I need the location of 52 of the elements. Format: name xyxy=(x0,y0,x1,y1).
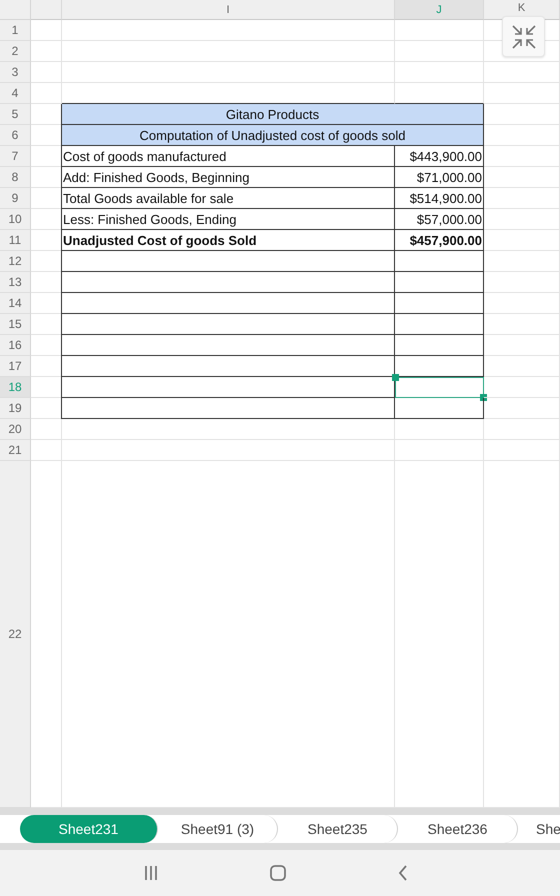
column-header[interactable]: J xyxy=(395,0,484,20)
row-header[interactable]: 21 xyxy=(0,440,31,461)
row-header[interactable]: 8 xyxy=(0,167,31,188)
selected-cell[interactable] xyxy=(395,377,484,398)
grid-cell xyxy=(31,83,62,104)
back-icon[interactable] xyxy=(397,864,409,882)
row-header[interactable]: 7 xyxy=(0,146,31,167)
grid-cell xyxy=(31,440,62,461)
grid-cell xyxy=(31,41,62,62)
table-cell: $443,900.00 xyxy=(395,146,484,167)
title-cell: Gitano Products xyxy=(62,104,484,125)
row-header[interactable]: 18 xyxy=(0,377,31,398)
row-header[interactable]: 2 xyxy=(0,41,31,62)
row-header[interactable]: 13 xyxy=(0,272,31,293)
collapse-button[interactable] xyxy=(502,16,545,57)
corner-cell[interactable] xyxy=(0,0,31,20)
inward-arrows-icon xyxy=(510,24,536,50)
table-cell: $71,000.00 xyxy=(395,167,484,188)
row-header[interactable]: 6 xyxy=(0,125,31,146)
selection-handle[interactable] xyxy=(392,374,399,381)
row-header[interactable]: 4 xyxy=(0,83,31,104)
sheet-tab[interactable]: Sheet231 xyxy=(20,815,158,843)
column-header[interactable]: K xyxy=(484,0,560,20)
row-header[interactable]: 9 xyxy=(0,188,31,209)
table-cell: $514,900.00 xyxy=(395,188,484,209)
title-cell: Computation of Unadjusted cost of goods sold xyxy=(62,125,484,146)
grid-cell xyxy=(31,62,62,83)
row-header[interactable]: 17 xyxy=(0,356,31,377)
table-cell: $57,000.00 xyxy=(395,209,484,230)
row-header[interactable]: 3 xyxy=(0,62,31,83)
row-header[interactable]: 16 xyxy=(0,335,31,356)
row-header[interactable]: 14 xyxy=(0,293,31,314)
row-header[interactable]: 12 xyxy=(0,251,31,272)
table-cell: Less: Finished Goods, Ending xyxy=(62,209,395,230)
home-icon[interactable] xyxy=(269,864,287,882)
row-header[interactable]: 1 xyxy=(0,20,31,41)
row-header[interactable]: 22 xyxy=(0,461,31,808)
column-header[interactable]: I xyxy=(62,0,395,20)
table-cell: Add: Finished Goods, Beginning xyxy=(62,167,395,188)
row-header[interactable]: 19 xyxy=(0,398,31,419)
row-header[interactable]: 15 xyxy=(0,314,31,335)
grid-cell xyxy=(31,20,62,41)
row-header[interactable]: 20 xyxy=(0,419,31,440)
row-header[interactable]: 11 xyxy=(0,230,31,251)
table-cell: $457,900.00 xyxy=(395,230,484,251)
table-cell: Unadjusted Cost of goods Sold xyxy=(62,230,395,251)
recent-apps-icon[interactable] xyxy=(143,864,159,882)
grid-cell xyxy=(31,419,62,440)
row-header[interactable]: 10 xyxy=(0,209,31,230)
table-cell: Total Goods available for sale xyxy=(62,188,395,209)
row-header[interactable]: 5 xyxy=(0,104,31,125)
table-cell: Cost of goods manufactured xyxy=(62,146,395,167)
